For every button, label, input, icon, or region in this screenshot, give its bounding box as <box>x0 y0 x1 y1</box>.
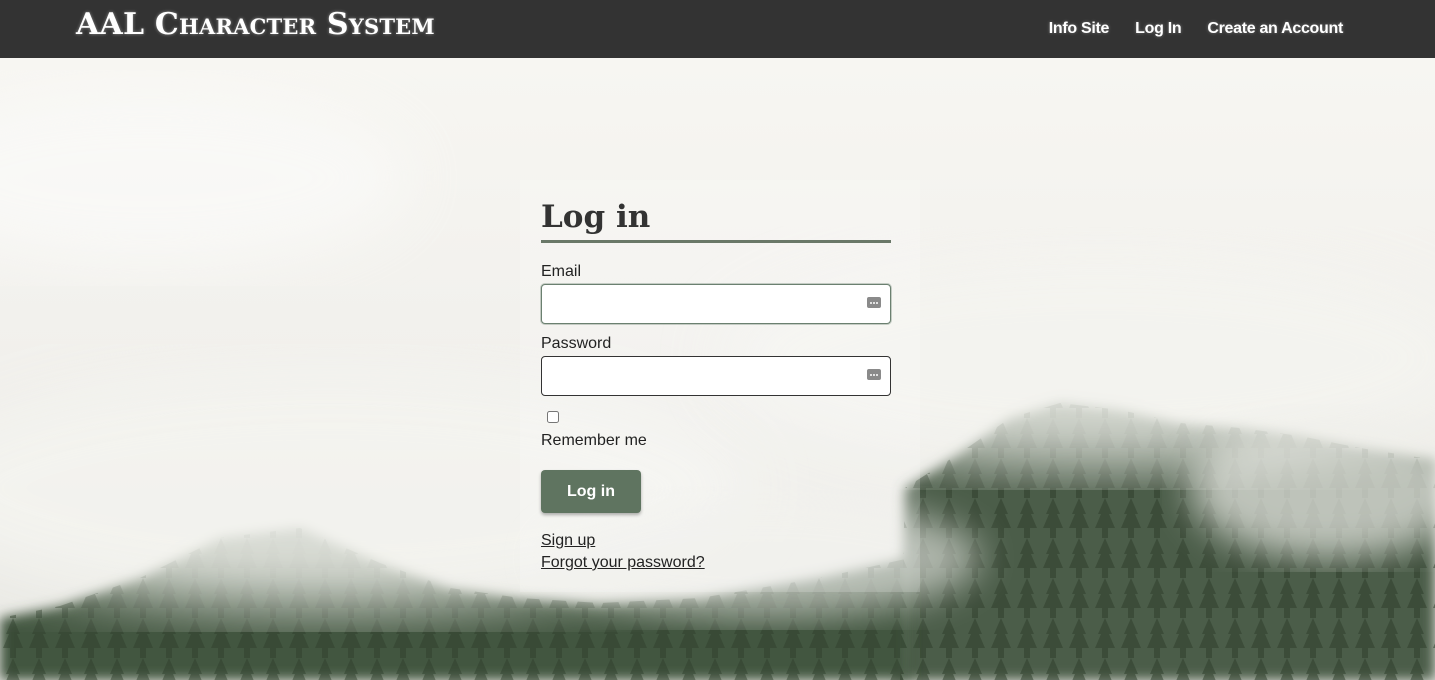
password-field[interactable] <box>541 356 891 396</box>
top-navbar: AAL Character System Info Site Log In Cr… <box>0 0 1435 58</box>
forgot-password-link[interactable]: Forgot your password? <box>541 552 705 574</box>
password-field-wrap <box>541 356 891 396</box>
brand-logo[interactable]: AAL Character System <box>76 7 435 42</box>
nav-link-log-in[interactable]: Log In <box>1135 20 1181 38</box>
login-button[interactable]: Log in <box>541 470 641 513</box>
sign-up-link[interactable]: Sign up <box>541 530 595 552</box>
email-field-wrap <box>541 284 891 324</box>
email-field[interactable] <box>541 284 891 324</box>
password-manager-icon[interactable] <box>867 297 881 308</box>
auth-links: Sign up Forgot your password? <box>541 530 891 574</box>
page-title: Log in <box>541 196 891 243</box>
login-form: Log in Email Password Remember me Log in… <box>541 196 891 574</box>
nav-link-info-site[interactable]: Info Site <box>1049 20 1110 38</box>
remember-me-label[interactable]: Remember me <box>541 432 891 450</box>
password-manager-icon[interactable] <box>867 369 881 380</box>
remember-me-checkbox[interactable] <box>547 411 559 423</box>
nav-link-create-account[interactable]: Create an Account <box>1207 20 1343 38</box>
password-label: Password <box>541 335 612 352</box>
email-label: Email <box>541 263 582 280</box>
nav-links: Info Site Log In Create an Account <box>1049 0 1344 58</box>
